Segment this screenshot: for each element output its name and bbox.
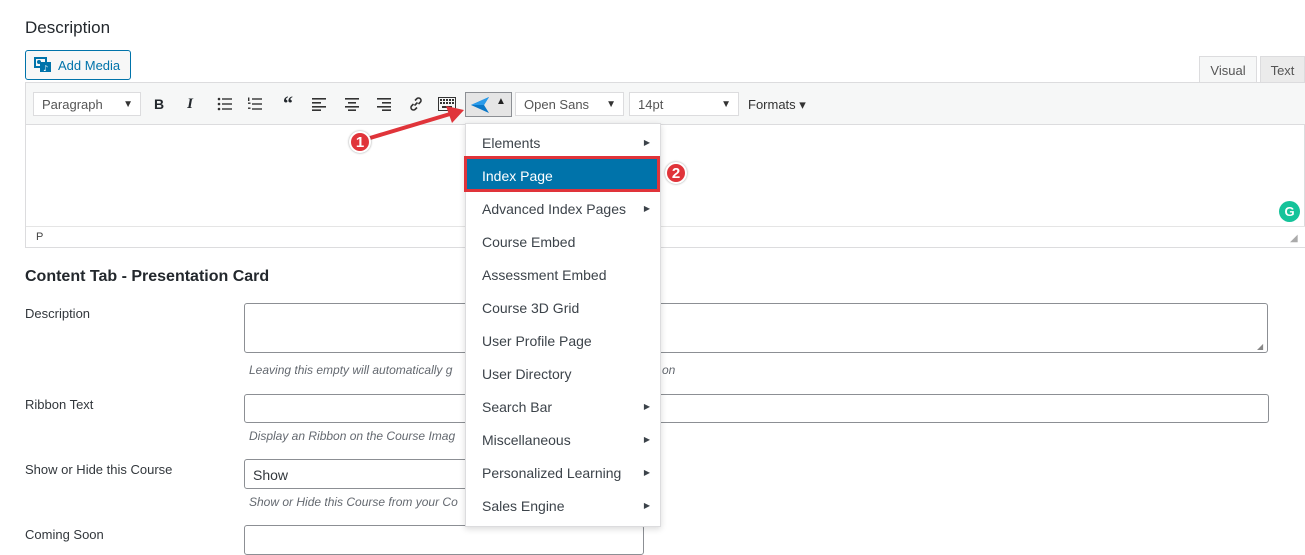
submenu-arrow-icon: ▶	[643, 501, 650, 510]
add-media-label: Add Media	[58, 57, 121, 73]
submenu-arrow-icon: ▶	[643, 204, 650, 213]
ribbon-text-hint: Display an Ribbon on the Course Imag	[249, 429, 456, 443]
menu-item-advanced-index-pages[interactable]: Advanced Index Pages ▶	[466, 192, 660, 225]
bullet-list-icon[interactable]	[216, 95, 234, 113]
ribbon-text-input[interactable]	[244, 394, 1269, 423]
submenu-arrow-icon: ▶	[643, 435, 650, 444]
menu-item-label: Assessment Embed	[482, 266, 607, 283]
submenu-arrow-icon: ▶	[643, 138, 650, 147]
description-hint-tail: on	[662, 363, 676, 377]
coming-soon-label: Coming Soon	[25, 527, 104, 542]
menu-item-sales-engine[interactable]: Sales Engine ▶	[466, 489, 660, 522]
media-icon: ♪	[34, 57, 58, 73]
align-center-icon[interactable]	[343, 95, 361, 113]
paragraph-select[interactable]: Paragraph ▼	[33, 92, 141, 116]
menu-item-personalized-learning[interactable]: Personalized Learning ▶	[466, 456, 660, 489]
plugin-arrow-icon	[470, 96, 490, 117]
font-family-select[interactable]: Open Sans ▼	[515, 92, 624, 116]
menu-item-course-embed[interactable]: Course Embed	[466, 225, 660, 258]
description-textarea[interactable]	[244, 303, 1268, 353]
annotation-arrow	[369, 106, 464, 140]
svg-text:♪: ♪	[43, 64, 48, 73]
description-heading: Description	[25, 18, 111, 37]
coming-soon-select[interactable]	[244, 525, 644, 555]
menu-item-course-3d-grid[interactable]: Course 3D Grid	[466, 291, 660, 324]
textarea-resize-icon[interactable]: ◢	[1257, 342, 1263, 351]
ribbon-text-label: Ribbon Text	[25, 397, 94, 412]
menu-item-label: Course Embed	[482, 233, 576, 250]
menu-item-label: User Directory	[482, 365, 572, 382]
menu-item-search-bar[interactable]: Search Bar ▶	[466, 390, 660, 423]
tab-text[interactable]: Text	[1260, 56, 1305, 83]
submenu-arrow-icon: ▶	[643, 468, 650, 477]
menu-item-label: User Profile Page	[482, 332, 592, 349]
bold-icon[interactable]: B	[150, 95, 168, 113]
menu-item-elements[interactable]: Elements ▶	[466, 126, 660, 159]
caret-up-icon: ▲	[496, 96, 506, 107]
italic-icon[interactable]: I	[181, 95, 199, 113]
font-size-value: 14pt	[638, 96, 664, 112]
font-size-select[interactable]: 14pt ▼	[629, 92, 739, 116]
show-hide-value: Show	[253, 467, 289, 483]
menu-item-miscellaneous[interactable]: Miscellaneous ▶	[466, 423, 660, 456]
caret-down-icon: ▼	[721, 99, 731, 110]
plugin-dropdown-button[interactable]: ▲	[465, 92, 512, 117]
formats-button[interactable]: Formats ▾	[748, 97, 806, 113]
tab-visual[interactable]: Visual	[1199, 56, 1257, 83]
resize-handle-icon[interactable]: ◢	[1290, 233, 1298, 244]
menu-item-label: Personalized Learning	[482, 464, 622, 481]
menu-item-label: Advanced Index Pages	[482, 200, 626, 217]
description-label: Description	[25, 306, 91, 321]
submenu-arrow-icon: ▶	[643, 402, 650, 411]
add-media-button[interactable]: ♪ Add Media	[25, 50, 131, 80]
caret-down-icon: ▼	[606, 99, 616, 110]
step-2-badge: 2	[665, 162, 687, 184]
menu-item-label: Sales Engine	[482, 497, 565, 514]
menu-item-label: Course 3D Grid	[482, 299, 580, 316]
annotation-highlight-box	[464, 156, 660, 192]
status-path[interactable]: P	[36, 231, 43, 243]
font-family-value: Open Sans	[524, 96, 590, 112]
menu-item-label: Search Bar	[482, 398, 553, 415]
content-tab-heading: Content Tab - Presentation Card	[25, 268, 270, 285]
show-hide-hint: Show or Hide this Course from your Co	[249, 495, 458, 509]
step-1-badge: 1	[349, 131, 371, 153]
menu-item-user-profile-page[interactable]: User Profile Page	[466, 324, 660, 357]
align-left-icon[interactable]	[310, 95, 328, 113]
menu-item-assessment-embed[interactable]: Assessment Embed	[466, 258, 660, 291]
menu-item-label: Miscellaneous	[482, 431, 571, 448]
numbered-list-icon[interactable]	[246, 95, 264, 113]
description-hint: Leaving this empty will automatically g	[249, 363, 453, 377]
show-hide-label: Show or Hide this Course	[25, 462, 173, 477]
blockquote-icon[interactable]: “	[279, 93, 297, 115]
editor-statusbar: P	[26, 226, 1305, 247]
grammarly-icon[interactable]: G	[1279, 201, 1300, 222]
caret-down-icon: ▼	[123, 99, 133, 110]
menu-item-label: Elements	[482, 134, 541, 151]
paragraph-select-value: Paragraph	[42, 96, 103, 112]
menu-item-user-directory[interactable]: User Directory	[466, 357, 660, 390]
